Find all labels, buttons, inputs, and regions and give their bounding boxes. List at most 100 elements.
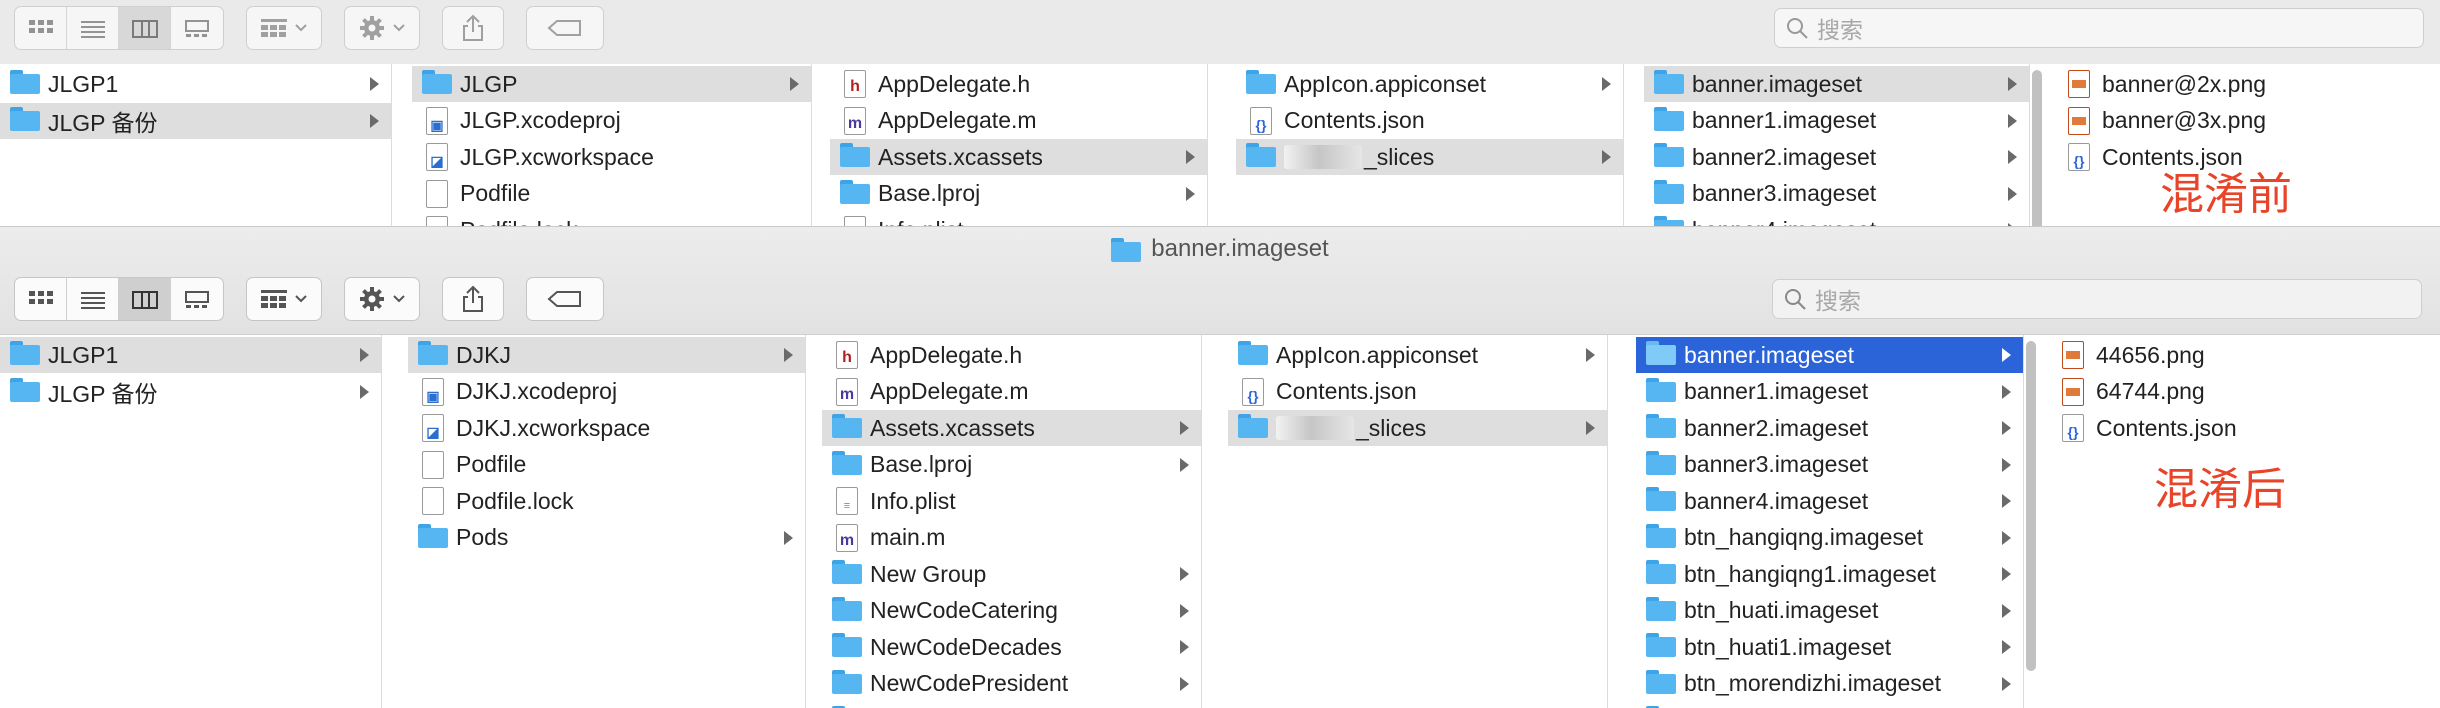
folder-item[interactable]: NewCodePresident — [822, 666, 1201, 702]
column-1[interactable]: JLGP1 JLGP 备份 — [0, 335, 382, 708]
column-3[interactable]: h AppDelegate.h m AppDelegate.m Assets.xcass… — [830, 64, 1208, 232]
folder-item[interactable]: btn_shoucang.imageset — [1636, 702, 2023, 708]
search-input[interactable]: 搜索 — [1772, 279, 2422, 319]
folder-item[interactable]: AppIcon.appiconset — [1236, 66, 1623, 102]
gallery-view-button[interactable] — [171, 278, 223, 320]
scrollbar[interactable] — [2032, 70, 2042, 230]
column-1[interactable]: JLGP1 JLGP 备份 — [0, 64, 392, 232]
file-item[interactable]: ◪ JLGP.xcworkspace — [412, 139, 811, 175]
folder-item[interactable]: Pods — [408, 520, 805, 556]
m-file-icon: m — [832, 523, 862, 552]
png-file-icon — [2058, 341, 2088, 369]
file-item[interactable]: banner@3x.png — [2054, 103, 2440, 139]
file-item[interactable]: {} Contents.json — [2048, 410, 2440, 446]
file-item[interactable]: {} Contents.json — [1236, 103, 1623, 139]
folder-item[interactable]: AppIcon.appiconset — [1228, 337, 1607, 373]
column-2[interactable]: JLGP ▣ JLGP.xcodeproj ◪ JLGP.xcworkspace Podf… — [412, 64, 812, 232]
search-input[interactable]: 搜索 — [1774, 8, 2424, 48]
folder-item[interactable]: JLGP1 — [0, 66, 391, 102]
folder-item[interactable]: btn_hangiqng1.imageset — [1636, 556, 2023, 592]
column-3[interactable]: h AppDelegate.h m AppDelegate.m Assets.xcass… — [822, 335, 1202, 708]
item-label: banner.imageset — [1684, 341, 1855, 368]
item-label: banner3.imageset — [1692, 180, 1877, 206]
window-title: banner.imageset — [0, 235, 2440, 263]
xcworkspace-icon: ◪ — [418, 414, 448, 442]
column-2[interactable]: DJKJ ▣ DJKJ.xcodeproj ◪ DJKJ.xcworkspace Podf… — [408, 335, 806, 708]
file-item[interactable]: ◪ DJKJ.xcworkspace — [408, 410, 805, 446]
folder-icon — [832, 414, 862, 442]
folder-item[interactable]: banner.imageset — [1636, 337, 2023, 373]
file-item[interactable]: 44656.png — [2048, 337, 2440, 373]
file-item[interactable]: Podfile — [412, 176, 811, 212]
folder-item[interactable]: _slices — [1236, 139, 1623, 175]
folder-item[interactable]: JLGP 备份 — [0, 102, 391, 139]
file-item[interactable]: {} Contents.json — [1228, 374, 1607, 410]
file-item[interactable]: Podfile — [408, 447, 805, 483]
list-view-button[interactable] — [67, 7, 119, 49]
action-button[interactable] — [344, 277, 420, 321]
column-4[interactable]: AppIcon.appiconset {} Contents.json _slices — [1236, 64, 1624, 232]
folder-item[interactable]: _slices — [1228, 410, 1607, 446]
folder-item[interactable]: JLGP1 — [0, 337, 381, 373]
folder-item[interactable]: JLGP 备份 — [0, 374, 381, 410]
file-item[interactable]: h AppDelegate.h — [822, 337, 1201, 373]
folder-item[interactable]: NewCodeCatering — [822, 593, 1201, 629]
folder-item[interactable]: banner2.imageset — [1644, 139, 2029, 175]
group-button[interactable] — [246, 6, 322, 50]
folder-item[interactable]: banner.imageset — [1644, 66, 2029, 102]
tags-button[interactable] — [526, 6, 604, 50]
folder-item[interactable]: banner1.imageset — [1644, 103, 2029, 139]
list-view-button[interactable] — [67, 278, 119, 320]
group-button[interactable] — [246, 277, 322, 321]
item-label: btn_morendizhi.imageset — [1684, 670, 1941, 696]
folder-item[interactable]: banner1.imageset — [1636, 374, 2023, 410]
item-label: Info.plist — [870, 487, 956, 514]
file-item[interactable]: banner@2x.png — [2054, 66, 2440, 102]
file-item[interactable]: 64744.png — [2048, 374, 2440, 410]
disclosure-arrow-icon — [1180, 457, 1189, 472]
file-item[interactable]: h AppDelegate.h — [830, 66, 1207, 102]
gallery-view-button[interactable] — [171, 7, 223, 49]
folder-item[interactable]: NewCodeThreshold — [822, 702, 1201, 708]
icon-view-button[interactable] — [15, 278, 67, 320]
folder-item[interactable]: JLGP — [412, 66, 811, 102]
folder-item[interactable]: banner3.imageset — [1636, 447, 2023, 483]
folder-item[interactable]: banner2.imageset — [1636, 410, 2023, 446]
icon-view-button[interactable] — [15, 7, 67, 49]
folder-item[interactable]: DJKJ — [408, 337, 805, 373]
column-view-button[interactable] — [119, 7, 171, 49]
action-button[interactable] — [344, 6, 420, 50]
file-item[interactable]: ▣ DJKJ.xcodeproj — [408, 374, 805, 410]
folder-item[interactable]: banner4.imageset — [1636, 483, 2023, 519]
file-item[interactable]: ▣ JLGP.xcodeproj — [412, 103, 811, 139]
file-item[interactable]: m AppDelegate.m — [822, 374, 1201, 410]
folder-item[interactable]: Assets.xcassets — [830, 139, 1207, 175]
item-label: AppDelegate.m — [878, 107, 1037, 133]
folder-item[interactable]: NewCodeDecades — [822, 629, 1201, 665]
file-item[interactable]: Podfile.lock — [408, 483, 805, 519]
group-icon — [261, 19, 287, 37]
folder-item[interactable]: Base.lproj — [822, 447, 1201, 483]
folder-item[interactable]: btn_huati.imageset — [1636, 593, 2023, 629]
disclosure-arrow-icon — [2008, 77, 2017, 91]
column-5[interactable]: banner.imageset banner1.imageset banner2.i… — [1644, 64, 2030, 232]
folder-item[interactable]: Assets.xcassets — [822, 410, 1201, 446]
share-button[interactable] — [442, 6, 504, 50]
file-item[interactable]: ≡ Info.plist — [822, 483, 1201, 519]
column-5[interactable]: banner.imageset banner1.imageset banner2.i… — [1636, 335, 2024, 708]
folder-item[interactable]: banner3.imageset — [1644, 176, 2029, 212]
folder-item[interactable]: Base.lproj — [830, 176, 1207, 212]
folder-item[interactable]: btn_morendizhi.imageset — [1636, 666, 2023, 702]
folder-item[interactable]: New Group — [822, 556, 1201, 592]
file-item[interactable]: m AppDelegate.m — [830, 103, 1207, 139]
xcodeproj-icon: ▣ — [422, 106, 452, 135]
scrollbar[interactable] — [2026, 341, 2036, 671]
tags-button[interactable] — [526, 277, 604, 321]
folder-item[interactable]: btn_huati1.imageset — [1636, 629, 2023, 665]
column-4[interactable]: AppIcon.appiconset {} Contents.json _slices — [1228, 335, 1608, 708]
folder-item[interactable]: btn_hangiqng.imageset — [1636, 520, 2023, 556]
column-6[interactable]: 44656.png 64744.png {} Contents.json — [2048, 335, 2440, 708]
share-button[interactable] — [442, 277, 504, 321]
file-item[interactable]: m main.m — [822, 520, 1201, 556]
column-view-button[interactable] — [119, 278, 171, 320]
